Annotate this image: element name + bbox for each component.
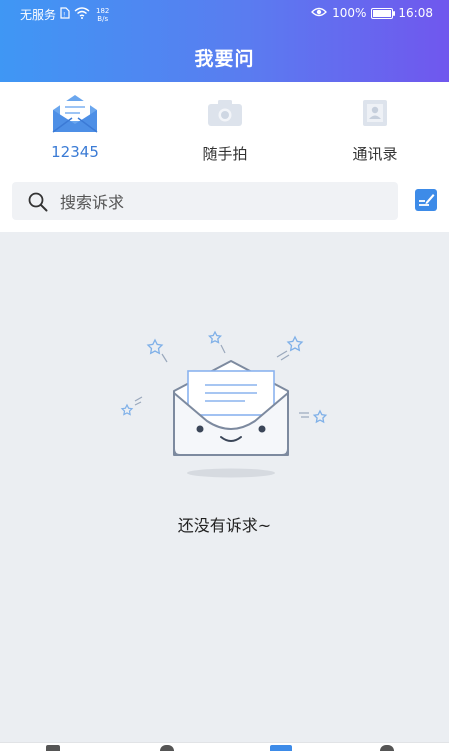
search-icon — [28, 192, 48, 216]
battery-percent: 100% — [332, 6, 367, 20]
edit-icon — [415, 189, 437, 211]
carrier-label: 无服务 — [20, 8, 57, 22]
nav-item-snapshot[interactable]: 随手拍 — [150, 82, 300, 170]
envelope-icon — [50, 92, 100, 140]
network-speed: 182 B/s — [96, 6, 110, 23]
clock: 16:08 — [398, 6, 433, 20]
nav-label: 随手拍 — [202, 145, 248, 163]
empty-state-message: 还没有诉求~ — [177, 516, 272, 535]
tab-icon[interactable] — [160, 745, 174, 751]
contacts-icon — [360, 98, 390, 132]
sim-icon: ! — [60, 7, 70, 22]
request-list-area: 还没有诉求~ — [0, 232, 449, 742]
tab-icon[interactable] — [46, 745, 60, 751]
svg-text:!: ! — [63, 12, 65, 19]
header-bar: 无服务 ! 182 B/s 100% 16:08 我要问 — [0, 0, 449, 82]
empty-mailbox-illustration — [115, 327, 335, 491]
tab-icon[interactable] — [380, 745, 394, 751]
nav-item-contacts[interactable]: 通讯录 — [300, 82, 449, 170]
search-input[interactable] — [58, 188, 382, 216]
nav-label: 通讯录 — [352, 145, 398, 163]
nav-label: 12345 — [51, 143, 99, 161]
camera-icon — [207, 98, 243, 132]
tab-icon-active[interactable] — [270, 745, 292, 751]
search-box[interactable] — [12, 182, 398, 220]
eye-icon — [311, 6, 328, 20]
wifi-icon — [74, 7, 90, 22]
status-bar: 无服务 ! 182 B/s 100% 16:08 — [0, 0, 449, 28]
compose-button[interactable] — [414, 188, 438, 216]
page-title: 我要问 — [194, 48, 255, 70]
search-row — [0, 170, 449, 232]
battery-icon — [371, 7, 396, 19]
nav-item-12345[interactable]: 12345 — [0, 82, 150, 170]
top-nav: 12345 随手拍 通讯录 — [0, 82, 449, 170]
